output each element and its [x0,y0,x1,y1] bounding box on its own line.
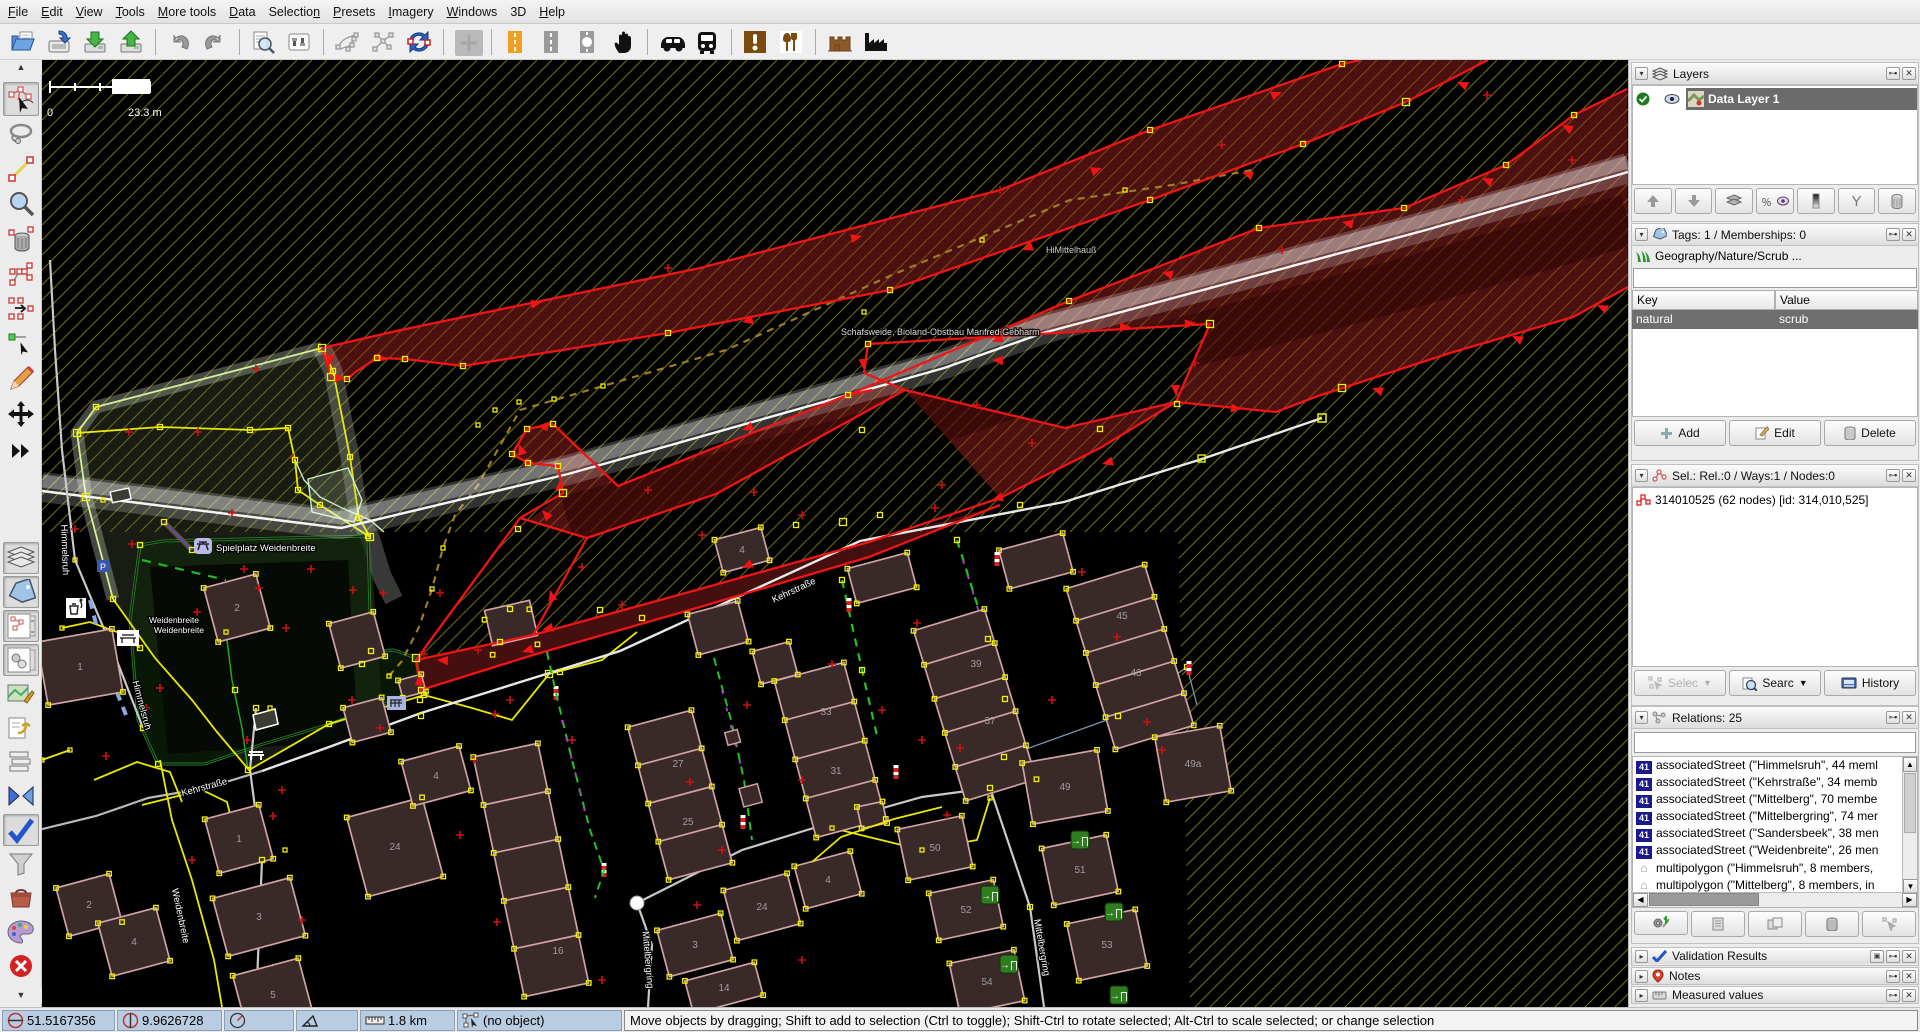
svg-text:Himmelsruh: Himmelsruh [58,524,71,575]
svg-text:Spielplatz Weidenbreite: Spielplatz Weidenbreite [216,543,316,554]
svg-text:53: 53 [1101,940,1113,951]
svg-text:4: 4 [739,545,745,556]
svg-text:16: 16 [552,946,564,957]
svg-text:37: 37 [984,716,996,727]
svg-text:Weidenbreite: Weidenbreite [154,625,204,635]
svg-text:→∏: →∏ [1105,908,1123,919]
svg-text:Schafsweide, Bioland-Obstbau M: Schafsweide, Bioland-Obstbau Manfred Geb… [841,327,1040,337]
svg-text:23.3 m: 23.3 m [128,107,162,119]
svg-text:→∏: →∏ [1110,991,1128,1002]
svg-text:39: 39 [970,659,982,670]
svg-text:3: 3 [692,940,698,951]
svg-text:5: 5 [270,990,276,1001]
svg-text:4: 4 [131,937,137,948]
svg-text:49: 49 [1059,782,1071,793]
svg-text:27: 27 [672,759,684,770]
svg-text:33: 33 [820,707,832,718]
svg-text:2: 2 [234,603,240,614]
svg-text:P: P [100,562,106,572]
svg-text:25: 25 [682,817,694,828]
svg-text:3: 3 [256,912,262,923]
svg-text:→∏: →∏ [981,891,999,902]
svg-text:4: 4 [433,771,439,782]
svg-text:49a: 49a [1185,759,1202,770]
svg-text:14: 14 [718,983,730,994]
svg-text:0: 0 [47,107,53,119]
svg-text:31: 31 [830,766,842,777]
svg-text:24: 24 [756,902,768,913]
svg-text:2: 2 [86,900,92,911]
svg-text:51: 51 [1074,865,1086,876]
svg-text:45: 45 [1116,611,1128,622]
svg-text:→∏: →∏ [1000,960,1018,971]
svg-text:1: 1 [236,834,242,845]
svg-text:52: 52 [960,905,972,916]
svg-text:24: 24 [389,842,401,853]
svg-text:50: 50 [929,843,941,854]
svg-text:Weidenbreite: Weidenbreite [149,615,199,625]
svg-text:→∏: →∏ [1071,836,1089,847]
svg-text:54: 54 [981,977,993,988]
svg-text:1: 1 [77,662,83,673]
svg-text:HiMittelhauß: HiMittelhauß [1046,245,1097,255]
svg-text:4: 4 [825,875,831,886]
svg-text:43: 43 [1130,668,1142,679]
